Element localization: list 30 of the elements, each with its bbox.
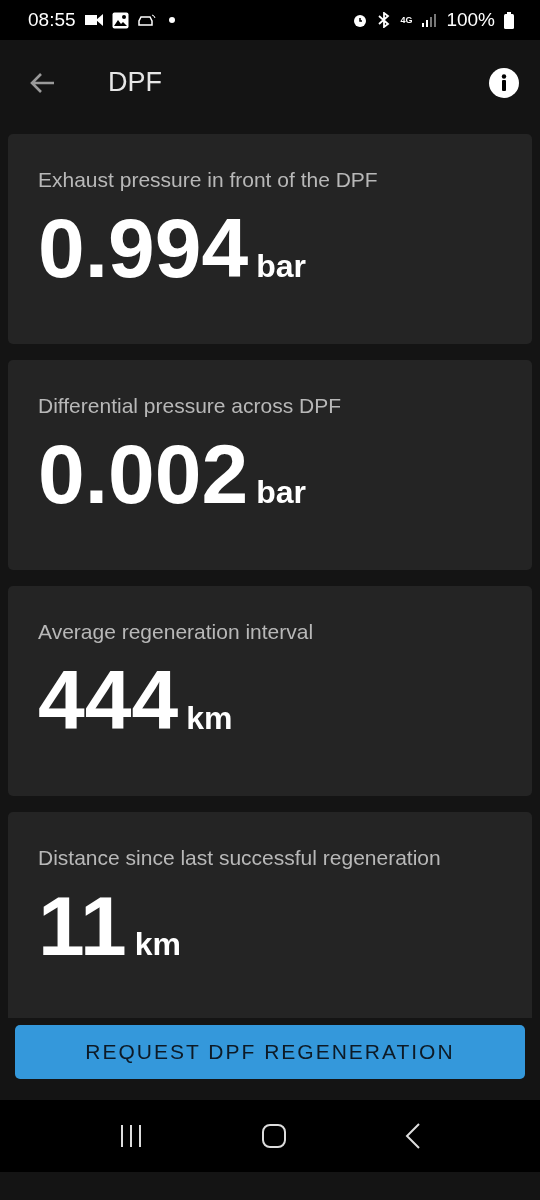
metric-label: Exhaust pressure in front of the DPF bbox=[38, 168, 379, 192]
metric-unit: km bbox=[186, 700, 233, 737]
car-icon bbox=[136, 12, 157, 28]
metric-label: Differential pressure across DPF bbox=[38, 394, 343, 418]
metric-unit: bar bbox=[256, 474, 306, 511]
back-button[interactable] bbox=[28, 70, 56, 95]
alarm-icon bbox=[352, 12, 369, 28]
metric-unit: bar bbox=[256, 248, 306, 285]
recent-apps-button[interactable] bbox=[119, 1124, 144, 1148]
metric-value: 0.994 bbox=[38, 206, 249, 290]
bluetooth-icon bbox=[377, 12, 392, 28]
back-arrow-icon bbox=[28, 70, 56, 95]
request-regeneration-button[interactable]: REQUEST DPF REGENERATION bbox=[15, 1025, 525, 1079]
metric-unit: km bbox=[134, 926, 182, 963]
metric-label: Average regeneration interval bbox=[38, 620, 315, 644]
screen-title: DPF bbox=[108, 67, 162, 98]
battery-level: 100% bbox=[446, 9, 495, 31]
home-button[interactable] bbox=[262, 1124, 286, 1148]
signal-icon bbox=[421, 12, 438, 28]
system-back-button[interactable] bbox=[404, 1123, 421, 1149]
image-icon bbox=[111, 11, 129, 29]
metric-value: 444 bbox=[38, 658, 179, 742]
clock-time: 08:55 bbox=[28, 9, 76, 31]
metric-value: 0.002 bbox=[38, 432, 249, 516]
metric-label: Distance since last successful regeneration bbox=[38, 846, 442, 870]
metric-value: 11 bbox=[38, 884, 127, 968]
network-type: 4G bbox=[400, 15, 413, 25]
info-button[interactable] bbox=[488, 66, 520, 99]
battery-icon bbox=[504, 11, 514, 29]
info-icon bbox=[488, 66, 520, 99]
